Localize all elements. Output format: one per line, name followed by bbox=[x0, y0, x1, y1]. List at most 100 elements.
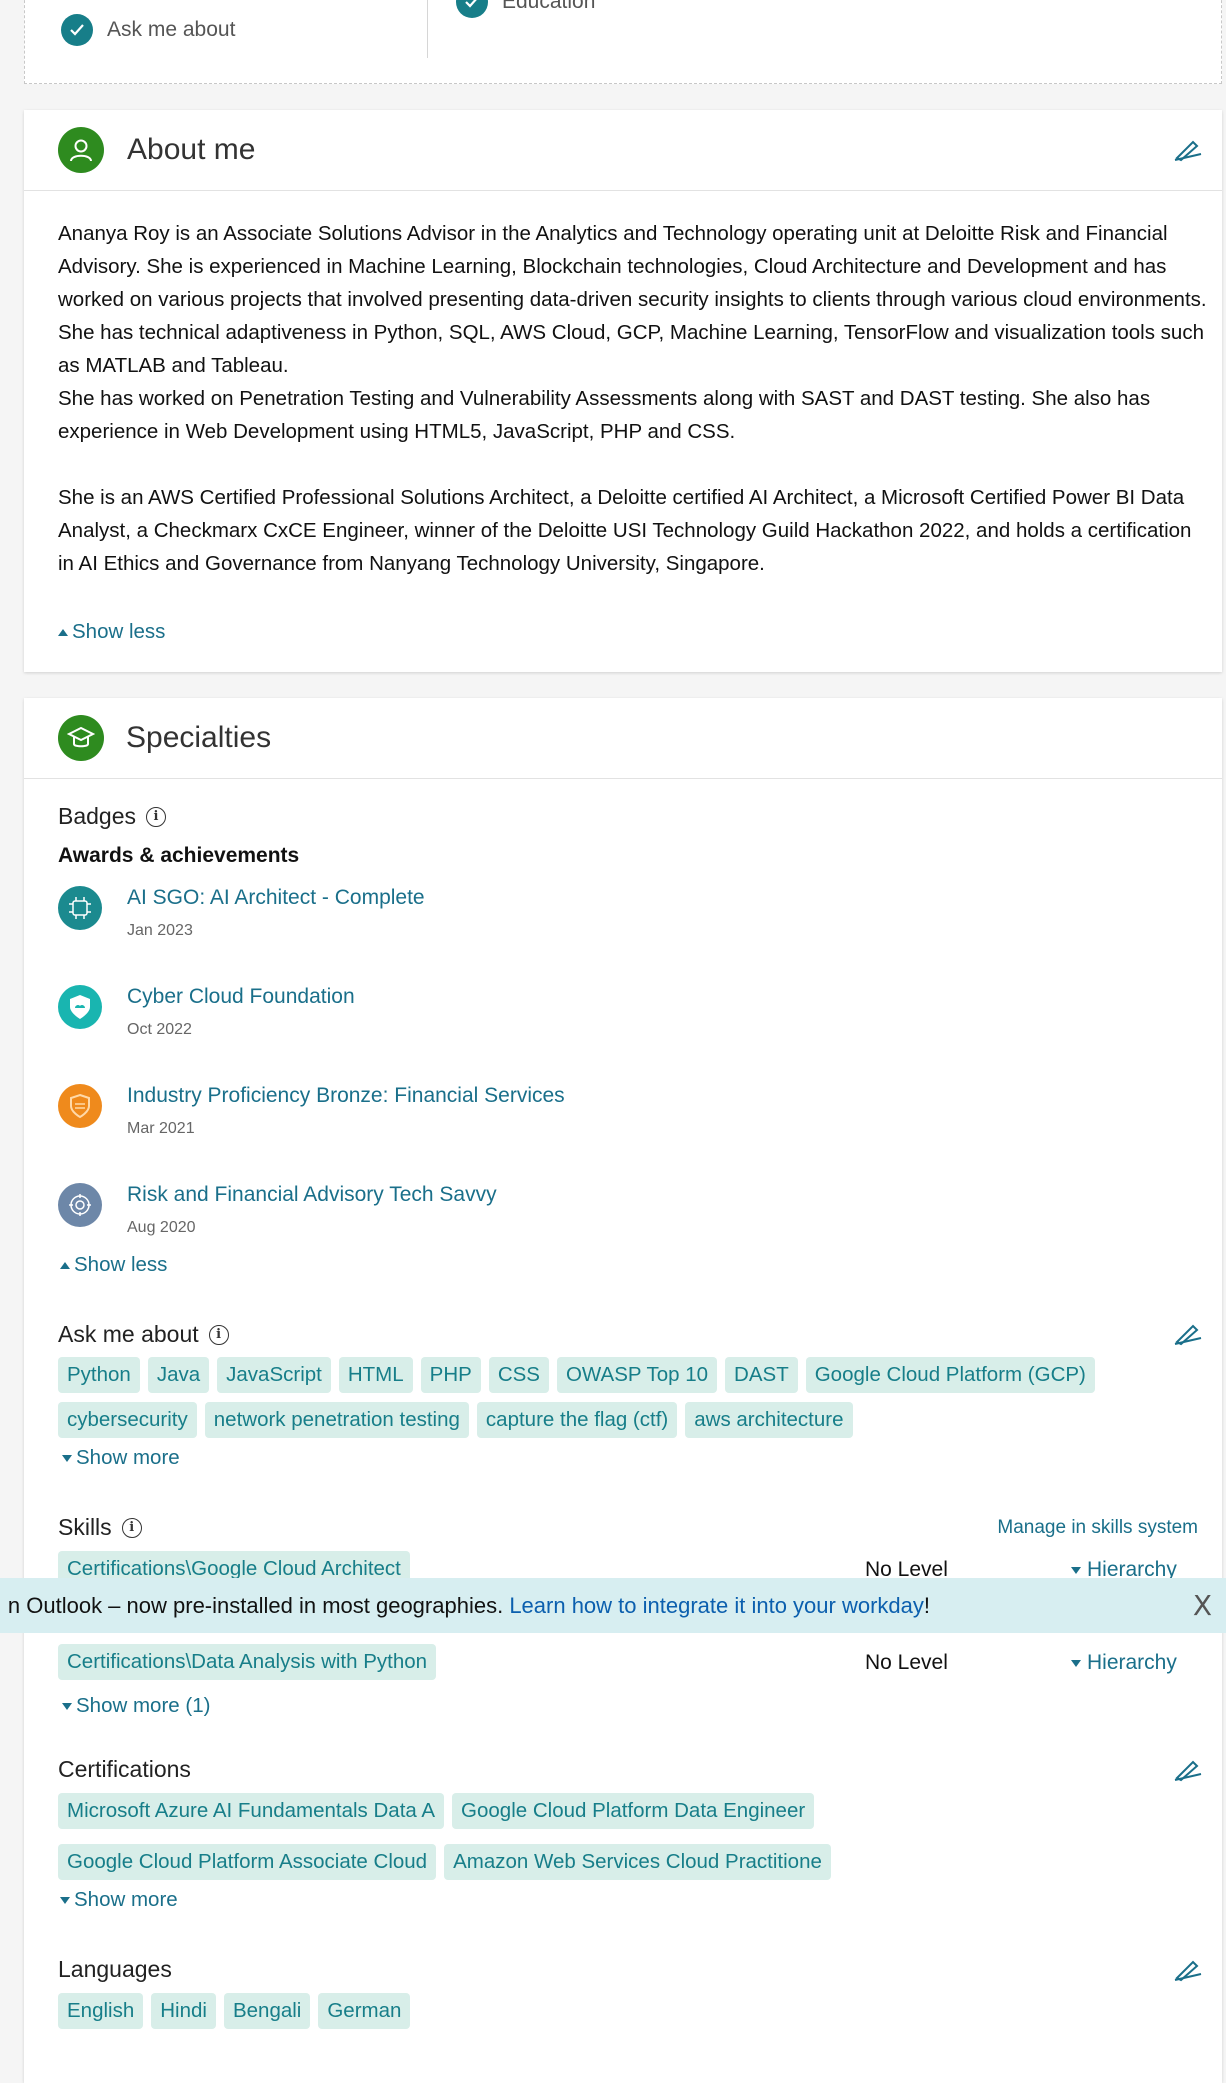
ask-tag[interactable]: PHP bbox=[420, 1357, 481, 1393]
show-more-label: Show more (1) bbox=[76, 1694, 211, 1717]
skill-row: Certifications\Data Analysis with Python… bbox=[58, 1644, 1208, 1684]
badges-show-less-button[interactable]: Show less bbox=[60, 1253, 167, 1277]
hierarchy-label: Hierarchy bbox=[1087, 1651, 1177, 1674]
skills-show-more-button[interactable]: Show more (1) bbox=[62, 1694, 210, 1718]
ask-me-about-label-text: Ask me about bbox=[58, 1321, 199, 1347]
about-me-header: About me bbox=[24, 110, 1222, 191]
caret-down-icon bbox=[62, 1702, 72, 1710]
hierarchy-toggle[interactable]: Hierarchy bbox=[1071, 1651, 1177, 1675]
show-less-label: Show less bbox=[74, 1253, 168, 1276]
badge-item: Cyber Cloud Foundation Oct 2022 bbox=[58, 985, 355, 1039]
awards-label: Awards & achievements bbox=[58, 844, 300, 867]
caret-down-icon bbox=[1071, 1659, 1081, 1667]
banner-learn-more-link[interactable]: Learn how to integrate it into your work… bbox=[509, 1593, 924, 1618]
badge-title-link[interactable]: Cyber Cloud Foundation bbox=[127, 985, 355, 1009]
edit-ask-me-about-icon[interactable] bbox=[1172, 1318, 1204, 1350]
show-more-label: Show more bbox=[74, 1888, 178, 1911]
about-me-title: About me bbox=[127, 133, 256, 166]
certifications-label-text: Certifications bbox=[58, 1756, 191, 1782]
cert-tag[interactable]: Google Cloud Platform Data Engineer bbox=[452, 1793, 815, 1829]
badges-label: Badges i bbox=[58, 803, 167, 830]
about-paragraph: She has technical adaptiveness in Python… bbox=[58, 321, 1204, 377]
checklist-label: Ask me about bbox=[107, 18, 236, 41]
ask-tag[interactable]: OWASP Top 10 bbox=[556, 1357, 718, 1393]
cert-tag[interactable]: Amazon Web Services Cloud Practitione bbox=[444, 1844, 831, 1880]
info-icon[interactable]: i bbox=[146, 806, 167, 827]
edit-languages-icon[interactable] bbox=[1172, 1954, 1204, 1986]
ai-architect-badge-icon bbox=[58, 886, 102, 930]
about-paragraph: She is an AWS Certified Professional Sol… bbox=[58, 486, 1192, 575]
badge-date: Jan 2023 bbox=[127, 922, 193, 939]
language-tag[interactable]: German bbox=[318, 1993, 411, 2029]
ask-tag[interactable]: Google Cloud Platform (GCP) bbox=[805, 1357, 1095, 1393]
info-icon[interactable]: i bbox=[121, 1517, 142, 1538]
certifications-show-more-button[interactable]: Show more bbox=[60, 1888, 178, 1912]
ask-tag[interactable]: Python bbox=[58, 1357, 140, 1393]
language-tag[interactable]: English bbox=[58, 1993, 144, 2029]
ask-tag[interactable]: network penetration testing bbox=[204, 1402, 469, 1438]
caret-down-icon bbox=[1071, 1566, 1081, 1574]
close-banner-button[interactable]: X bbox=[1193, 1589, 1212, 1622]
cloud-shield-badge-icon bbox=[58, 985, 102, 1029]
badge-date: Aug 2020 bbox=[127, 1219, 196, 1236]
about-me-card: About me Ananya Roy is an Associate Solu… bbox=[24, 110, 1222, 672]
ask-tag[interactable]: JavaScript bbox=[217, 1357, 331, 1393]
checklist-item-education: Education bbox=[456, 0, 595, 18]
ask-tag[interactable]: capture the flag (ctf) bbox=[476, 1402, 678, 1438]
banner-suffix: ! bbox=[923, 1592, 930, 1618]
specialties-title: Specialties bbox=[126, 721, 272, 754]
ask-tag[interactable]: HTML bbox=[338, 1357, 413, 1393]
specialties-header: Specialties bbox=[24, 698, 1222, 779]
ask-tag[interactable]: cybersecurity bbox=[58, 1402, 197, 1438]
specialties-card: Specialties Badges i Awards & achievemen… bbox=[24, 698, 1222, 2083]
badge-date: Mar 2021 bbox=[127, 1120, 195, 1137]
badge-title-link[interactable]: AI SGO: AI Architect - Complete bbox=[127, 886, 425, 910]
notification-banner: n Outlook – now pre-installed in most ge… bbox=[0, 1578, 1226, 1633]
edit-pencil-icon[interactable] bbox=[1172, 134, 1204, 166]
certification-tags: Microsoft Azure AI Fundamentals Data A G… bbox=[58, 1793, 908, 1880]
language-tags: English Hindi Bengali German bbox=[58, 1993, 1218, 2029]
caret-up-icon bbox=[58, 628, 68, 636]
languages-label: Languages bbox=[58, 1956, 172, 1983]
banner-message: n Outlook – now pre-installed in most ge… bbox=[8, 1593, 930, 1619]
skill-level: No Level bbox=[865, 1651, 948, 1674]
certifications-label: Certifications bbox=[58, 1756, 191, 1783]
checkmark-icon bbox=[61, 14, 93, 46]
manage-skills-link[interactable]: Manage in skills system bbox=[997, 1517, 1198, 1539]
checklist-item-ask-me-about: Ask me about bbox=[61, 14, 235, 46]
language-tag[interactable]: Hindi bbox=[151, 1993, 216, 2029]
checkmark-icon bbox=[456, 0, 488, 18]
info-icon[interactable]: i bbox=[208, 1324, 229, 1345]
ask-me-about-tags: Python Java JavaScript HTML PHP CSS OWAS… bbox=[58, 1357, 1218, 1438]
cert-tag[interactable]: Google Cloud Platform Associate Cloud bbox=[58, 1844, 437, 1880]
ask-tag[interactable]: aws architecture bbox=[685, 1402, 853, 1438]
about-me-text: Ananya Roy is an Associate Solutions Adv… bbox=[58, 217, 1208, 580]
person-icon bbox=[58, 127, 104, 173]
skills-label: Skills i bbox=[58, 1514, 142, 1541]
profile-completion-card: Ask me about Education bbox=[24, 0, 1222, 84]
badge-item: AI SGO: AI Architect - Complete Jan 2023 bbox=[58, 886, 425, 940]
badge-title-link[interactable]: Risk and Financial Advisory Tech Savvy bbox=[127, 1183, 497, 1207]
cert-tag[interactable]: Microsoft Azure AI Fundamentals Data A bbox=[58, 1793, 445, 1829]
badge-date: Oct 2022 bbox=[127, 1021, 192, 1038]
about-show-less-button[interactable]: Show less bbox=[58, 620, 165, 644]
ask-show-more-button[interactable]: Show more bbox=[62, 1446, 180, 1470]
checklist-label: Education bbox=[502, 0, 596, 13]
badges-label-text: Badges bbox=[58, 803, 137, 829]
bronze-shield-badge-icon bbox=[58, 1084, 102, 1128]
language-tag[interactable]: Bengali bbox=[223, 1993, 311, 2029]
caret-down-icon bbox=[60, 1896, 70, 1904]
about-paragraph: Ananya Roy is an Associate Solutions Adv… bbox=[58, 222, 1207, 311]
graduation-cap-icon bbox=[58, 715, 104, 761]
tech-savvy-badge-icon bbox=[58, 1183, 102, 1227]
profile-page: Ask me about Education About me Ananya R… bbox=[0, 0, 1226, 2083]
ask-tag[interactable]: Java bbox=[147, 1357, 210, 1393]
edit-certifications-icon[interactable] bbox=[1172, 1754, 1204, 1786]
banner-text: n Outlook – now pre-installed in most ge… bbox=[7, 1592, 510, 1618]
ask-tag[interactable]: CSS bbox=[488, 1357, 549, 1393]
badge-title-link[interactable]: Industry Proficiency Bronze: Financial S… bbox=[127, 1084, 565, 1108]
show-less-label: Show less bbox=[72, 620, 166, 643]
ask-tag[interactable]: DAST bbox=[725, 1357, 798, 1393]
skill-tag[interactable]: Certifications\Data Analysis with Python bbox=[58, 1644, 437, 1680]
caret-down-icon bbox=[62, 1454, 72, 1462]
